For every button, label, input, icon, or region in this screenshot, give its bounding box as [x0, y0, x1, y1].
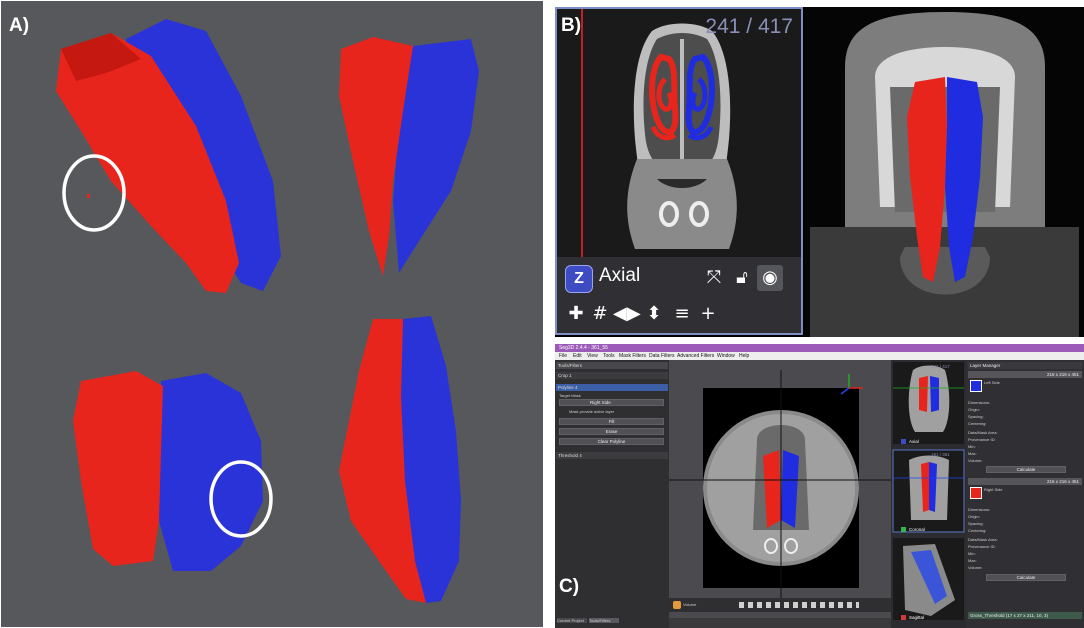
crosshair-icon[interactable]: ✚ [563, 301, 589, 327]
layer1-max: Max: [968, 451, 977, 456]
layer2-max: Max: [968, 558, 977, 563]
layer1-spacing: Spacing: [968, 414, 984, 419]
thumb-axial-counter: 241 / 417 [931, 364, 950, 369]
layer1-min: Min: [968, 444, 976, 449]
layer2-dimensions: Dimensions: [968, 507, 991, 512]
grid-icon[interactable]: # [587, 301, 613, 327]
flip-vertical-icon[interactable]: ⬍ [641, 301, 667, 327]
window-title-bar: Seg3D 2.4.4 - 361_55 [555, 344, 1084, 352]
axial-ct-slice [557, 9, 801, 259]
fill-button[interactable]: Fill [559, 418, 664, 425]
collapse-icon[interactable]: ⤧ [701, 265, 727, 291]
annotation-circle-upper [62, 154, 126, 232]
layer2-spacing: Spacing: [968, 521, 984, 526]
list-icon[interactable]: ≡ [669, 301, 695, 327]
layer2-name[interactable]: Right Side [984, 487, 1044, 492]
layer-manager-header: Layer Manager [968, 362, 1082, 369]
target-mask-select[interactable]: Right Side [559, 399, 664, 406]
calculate-button-1[interactable]: Calculate [986, 466, 1066, 473]
panel-a-label: A) [9, 15, 30, 36]
layer1-name[interactable]: Left Side [984, 380, 1044, 385]
layer2-area: Data/Mask Area: [968, 537, 998, 542]
panel-c-software-window: Seg3D 2.4.4 - 361_55 File Edit View Tool… [555, 344, 1084, 628]
layer-manager: Layer Manager 216 x 216 x 451 Left Side … [966, 360, 1084, 628]
render-side-view [339, 316, 461, 603]
left-layer-color-swatch[interactable] [970, 380, 982, 392]
layer2-volume: Volume: [968, 565, 983, 570]
layer2-min: Min: [968, 551, 976, 556]
layer1-area: Data/Mask Area: [968, 430, 998, 435]
plus-icon[interactable]: + [695, 301, 721, 327]
menu-bar: File Edit View Tools Mask Filters Data F… [555, 352, 1084, 360]
right-layer-color-swatch[interactable] [970, 487, 982, 499]
orientation-badge[interactable]: Z [565, 265, 593, 293]
menu-data-filters[interactable]: Data Filters [649, 352, 675, 360]
bottom-layer-entry[interactable]: Gross_Threshold (17 x 27 x 211, 10, 3) [968, 612, 1082, 619]
erase-button[interactable]: Erase [559, 428, 664, 435]
viewer-tool-icons[interactable] [739, 602, 859, 608]
panel-c-label: C) [559, 576, 580, 597]
tools-header: Tools/Filters [556, 362, 668, 369]
view-thumbnails: 241 / 417 191 / 351 Axial Coronal Sagitt… [891, 360, 966, 628]
lock-icon[interactable]: 🔓︎ [729, 265, 755, 291]
layer-group1-header[interactable]: 216 x 216 x 451 [968, 371, 1082, 378]
layer1-dimensions: Dimensions: [968, 400, 991, 405]
panel-a-canvas [56, 19, 479, 603]
layer2-provenance: Provenance ID: [968, 544, 996, 549]
menu-mask-filters[interactable]: Mask Filters [619, 352, 646, 360]
main-viewer-canvas [669, 370, 891, 598]
axial-toolbar: Z Axial ⤧ 🔓︎ ◉ ✚ # ◀▶ ⬍ ≡ + [557, 257, 801, 333]
layer1-centering: Centering: [968, 421, 987, 426]
viewer-toolbar: Volume [669, 598, 891, 612]
calculate-button-2[interactable]: Calculate [986, 574, 1066, 581]
tab-current-project[interactable]: Current Project [557, 618, 587, 623]
menu-edit[interactable]: Edit [573, 352, 582, 360]
menu-window[interactable]: Window [717, 352, 735, 360]
menu-help[interactable]: Help [739, 352, 749, 360]
threshold-section[interactable]: Threshold 4 [556, 452, 668, 459]
panel-b-label: B) [561, 15, 582, 36]
layer1-volume: Volume: [968, 458, 983, 463]
clear-polyline-button[interactable]: Clear Polyline [559, 438, 664, 445]
thumb-coronal-label[interactable]: Coronal [909, 527, 925, 532]
menu-file[interactable]: File [559, 352, 567, 360]
layer1-provenance: Provenance ID: [968, 437, 996, 442]
axial-viewer[interactable]: 241 / 417 Z Axial ⤧ 🔓︎ ◉ ✚ # ◀▶ ⬍ ≡ + [555, 7, 803, 335]
slice-counter: 241 / 417 [705, 15, 793, 38]
menu-view[interactable]: View [587, 352, 598, 360]
crop-section[interactable]: Crop 1 [556, 372, 668, 379]
window-title: Seg3D 2.4.4 - 361_55 [559, 345, 608, 351]
thumb-coronal-counter: 191 / 351 [931, 452, 950, 457]
view-name: Axial [599, 265, 641, 286]
main-3d-viewer[interactable] [669, 360, 891, 618]
target-mask-label: Target Mask [559, 393, 581, 398]
layer2-origin: Origin: [968, 514, 980, 519]
thumb-sagittal-label[interactable]: Sagittal [909, 615, 924, 620]
layer2-centering: Centering: [968, 528, 987, 533]
render-front-view [339, 37, 479, 276]
flip-horizontal-icon[interactable]: ◀▶ [613, 301, 641, 327]
volume-label: Volume [683, 602, 697, 607]
thumbnail-canvas [892, 362, 965, 620]
menu-tools[interactable]: Tools [603, 352, 615, 360]
tab-tools-filters[interactable]: Tools/Filters [589, 618, 619, 623]
menu-advanced-filters[interactable]: Advanced Filters [677, 352, 714, 360]
thumb-axial-label[interactable]: Axial [909, 439, 919, 444]
layer1-origin: Origin: [968, 407, 980, 412]
eye-icon[interactable]: ◉ [757, 265, 783, 291]
volume-icon[interactable] [673, 601, 681, 609]
panel-b-segmentation-views: 241 / 417 Z Axial ⤧ 🔓︎ ◉ ✚ # ◀▶ ⬍ ≡ + B) [555, 7, 1084, 337]
mask-checkbox[interactable]: Mask provide active layer [569, 409, 683, 414]
render-top-view [73, 371, 263, 571]
polyline-section[interactable]: Polyline 4 [556, 384, 668, 391]
coronal-3d-view [805, 7, 1084, 337]
layer-group2-header[interactable]: 216 x 216 x 451 [968, 478, 1082, 485]
panel-a-3d-renderings: A) [1, 1, 543, 627]
